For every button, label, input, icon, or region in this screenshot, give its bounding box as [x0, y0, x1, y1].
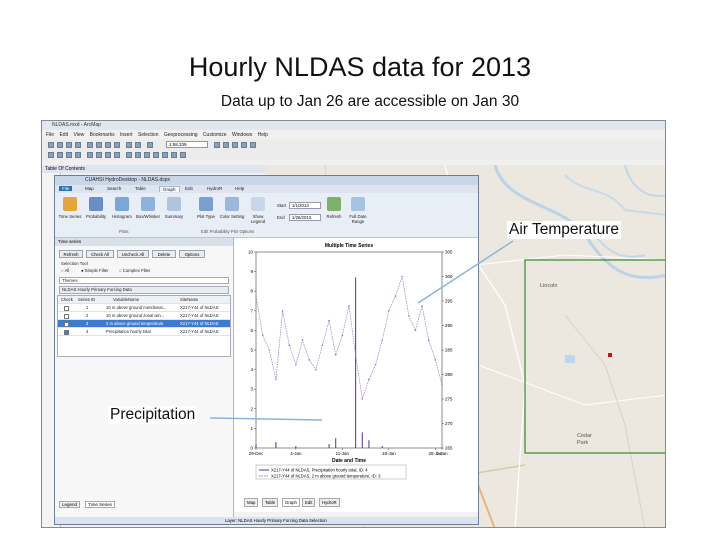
air-temp-leader-line — [417, 240, 514, 304]
precip-leader-line — [209, 417, 323, 421]
air-temperature-callout: Air Temperature — [507, 221, 621, 239]
callout-lines — [209, 240, 514, 421]
precipitation-callout: Precipitation — [108, 406, 198, 424]
